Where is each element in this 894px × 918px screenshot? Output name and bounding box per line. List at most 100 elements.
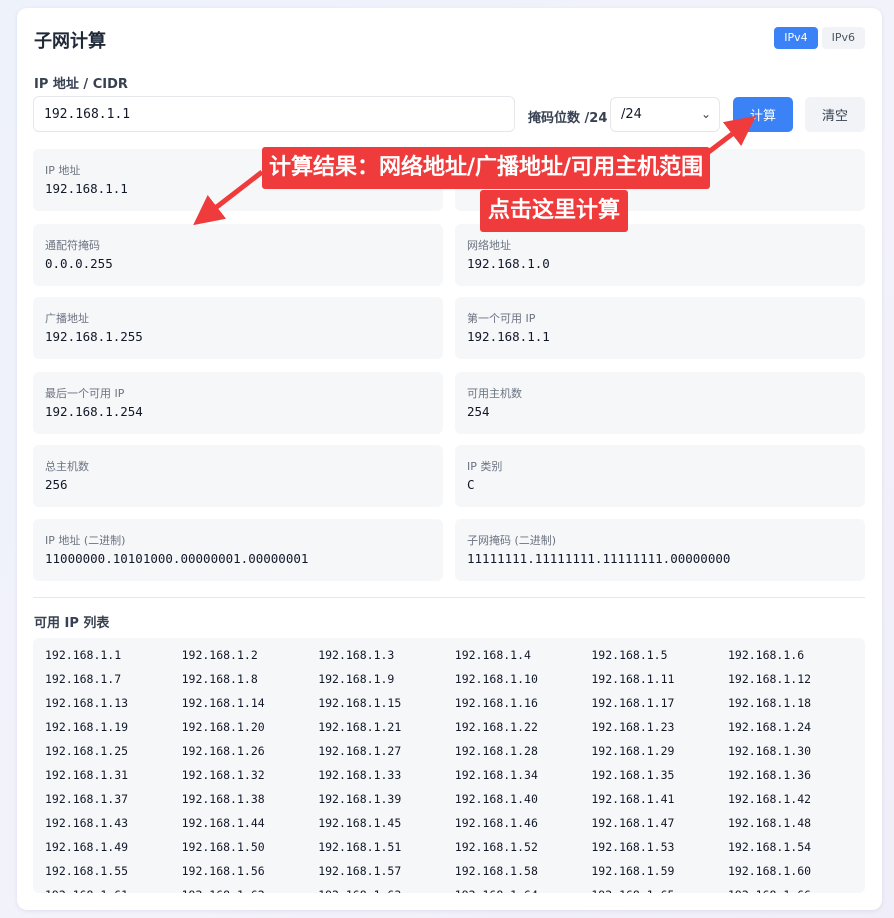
ip-list-item: 192.168.1.7 (45, 672, 122, 686)
click-annotation: 点击这里计算 (480, 190, 629, 232)
result-value: 254 (467, 404, 490, 419)
result-label: 子网掩码 (二进制) (467, 534, 557, 547)
result-label: 网络地址 (467, 239, 511, 252)
ipv4-tab[interactable]: IPv4 (774, 27, 818, 49)
ip-list-item: 192.168.1.25 (45, 744, 129, 758)
ip-list-item: 192.168.1.58 (454, 864, 538, 878)
ip-list-item: 192.168.1.19 (45, 720, 129, 734)
result-item: 网络地址 192.168.1.0 (455, 224, 865, 286)
result-label: IP 类别 (467, 460, 503, 473)
ip-list-item: 192.168.1.59 (591, 864, 675, 878)
ip-list-item: 192.168.1.56 (181, 864, 265, 878)
ip-list-item: 192.168.1.64 (455, 888, 592, 893)
result-label: IP 地址 (二进制) (45, 534, 126, 547)
ip-list-item: 192.168.1.50 (181, 840, 265, 854)
ip-list-item: 192.168.1.11 (591, 672, 675, 686)
result-item: 通配符掩码 0.0.0.255 (33, 224, 443, 286)
ip-cidr-label: IP 地址 / CIDR (34, 77, 128, 92)
ip-list-item: 192.168.1.49 (45, 840, 129, 854)
ip-list-item: 192.168.1.5 (591, 648, 668, 662)
ip-list-item: 192.168.1.52 (454, 840, 538, 854)
ip-list-item: 192.168.1.33 (318, 768, 402, 782)
result-item: 总主机数 256 (33, 445, 443, 507)
ip-list-item: 192.168.1.53 (591, 840, 675, 854)
ip-list-item: 192.168.1.47 (591, 816, 675, 830)
result-item: 子网掩码 (二进制) 11111111.11111111.11111111.000… (455, 519, 865, 581)
ip-list-item: 192.168.1.8 (181, 672, 258, 686)
ip-list-item: 192.168.1.48 (727, 816, 812, 830)
ipv6-tab[interactable]: IPv6 (821, 27, 865, 49)
ip-list-item: 192.168.1.31 (45, 768, 129, 782)
chevron-down-icon: ⌄ (700, 107, 711, 121)
ip-list-item: 192.168.1.66 (728, 888, 865, 893)
result-label: 最后一个可用 IP (45, 387, 125, 400)
calculate-button[interactable]: 计算 (733, 97, 793, 132)
ip-list-item: 192.168.1.37 (45, 792, 129, 806)
result-annotation: 计算结果：网络地址/广播地址/可用主机范围 (262, 147, 711, 189)
result-item: 广播地址 192.168.1.255 (33, 297, 443, 359)
ip-list-item: 192.168.1.24 (727, 720, 812, 734)
ip-list-item: 192.168.1.43 (45, 816, 129, 830)
result-value: 192.168.1.1 (467, 329, 550, 344)
ip-list-item: 192.168.1.15 (318, 696, 402, 710)
ip-list-item: 192.168.1.61 (45, 888, 182, 893)
ip-list-item: 192.168.1.45 (318, 816, 402, 830)
ip-list-item: 192.168.1.4 (454, 648, 531, 662)
ip-list-item: 192.168.1.9 (318, 672, 395, 686)
ip-list-item: 192.168.1.20 (181, 720, 265, 734)
result-value: 256 (45, 477, 68, 492)
result-value: 11000000.10101000.00000001.00000001 (45, 551, 309, 566)
ip-list-item: 192.168.1.42 (727, 792, 812, 806)
result-item: 第一个可用 IP 192.168.1.1 (455, 297, 865, 359)
ip-input[interactable] (33, 96, 515, 132)
ip-list-item: 192.168.1.1 (45, 648, 122, 662)
result-label: IP 地址 (45, 164, 81, 177)
ip-list-item: 192.168.1.41 (591, 792, 675, 806)
ip-list-item: 192.168.1.38 (181, 792, 265, 806)
ip-list-item: 192.168.1.55 (45, 864, 129, 878)
ip-list[interactable]: 192.168.1.1 192.168.1.2 192.168.1.3 192.168… (33, 638, 865, 893)
ip-list-item: 192.168.1.22 (454, 720, 538, 734)
result-label: 第一个可用 IP (467, 312, 536, 325)
mask-label: 掩码位数 /24 (528, 111, 608, 126)
ip-list-item: 192.168.1.65 (591, 888, 728, 893)
ip-list-item: 192.168.1.63 (318, 888, 455, 893)
result-item: 最后一个可用 IP 192.168.1.254 (33, 372, 443, 434)
result-value: 192.168.1.255 (45, 329, 143, 344)
page-title: 子网计算 (34, 31, 106, 52)
result-item: IP 地址 (二进制) 11000000.10101000.00000001.00… (33, 519, 443, 581)
ip-list-item: 192.168.1.21 (318, 720, 402, 734)
ip-list-item: 192.168.1.26 (181, 744, 265, 758)
mask-select[interactable]: /24 ⌄ (610, 97, 720, 132)
ip-list-item: 192.168.1.3 (318, 648, 395, 662)
result-value: 192.168.1.254 (45, 404, 143, 419)
result-value: 192.168.1.0 (467, 256, 550, 271)
result-label: 可用主机数 (467, 387, 522, 400)
ip-list-item: 192.168.1.60 (727, 864, 812, 878)
ip-list-title: 可用 IP 列表 (34, 616, 110, 631)
version-toggle: IPv4 IPv6 (774, 27, 865, 49)
clear-button[interactable]: 清空 (805, 97, 865, 132)
result-item: 可用主机数 254 (455, 372, 865, 434)
ip-list-item: 192.168.1.54 (727, 840, 812, 854)
ip-list-item: 192.168.1.57 (318, 864, 402, 878)
ip-list-item: 192.168.1.23 (591, 720, 675, 734)
subnet-calculator-card: 子网计算 IPv4 IPv6 IP 地址 / CIDR 掩码位数 /24 /24… (17, 8, 882, 910)
ip-list-item: 192.168.1.27 (318, 744, 402, 758)
ip-list-item: 192.168.1.2 (181, 648, 258, 662)
ip-list-item: 192.168.1.36 (727, 768, 812, 782)
result-item: IP 类别 C (455, 445, 865, 507)
ip-list-item: 192.168.1.62 (182, 888, 319, 893)
ip-list-item: 192.168.1.34 (454, 768, 538, 782)
ip-list-item: 192.168.1.18 (727, 696, 812, 710)
ip-list-item: 192.168.1.17 (591, 696, 675, 710)
result-value: 11111111.11111111.11111111.00000000 (467, 551, 731, 566)
divider (33, 597, 865, 598)
ip-list-item: 192.168.1.28 (454, 744, 538, 758)
ip-list-item: 192.168.1.35 (591, 768, 675, 782)
ip-list-item: 192.168.1.40 (454, 792, 538, 806)
result-label: 总主机数 (45, 460, 89, 473)
ip-list-item: 192.168.1.46 (454, 816, 538, 830)
ip-list-item: 192.168.1.32 (181, 768, 265, 782)
ip-list-item: 192.168.1.29 (591, 744, 675, 758)
